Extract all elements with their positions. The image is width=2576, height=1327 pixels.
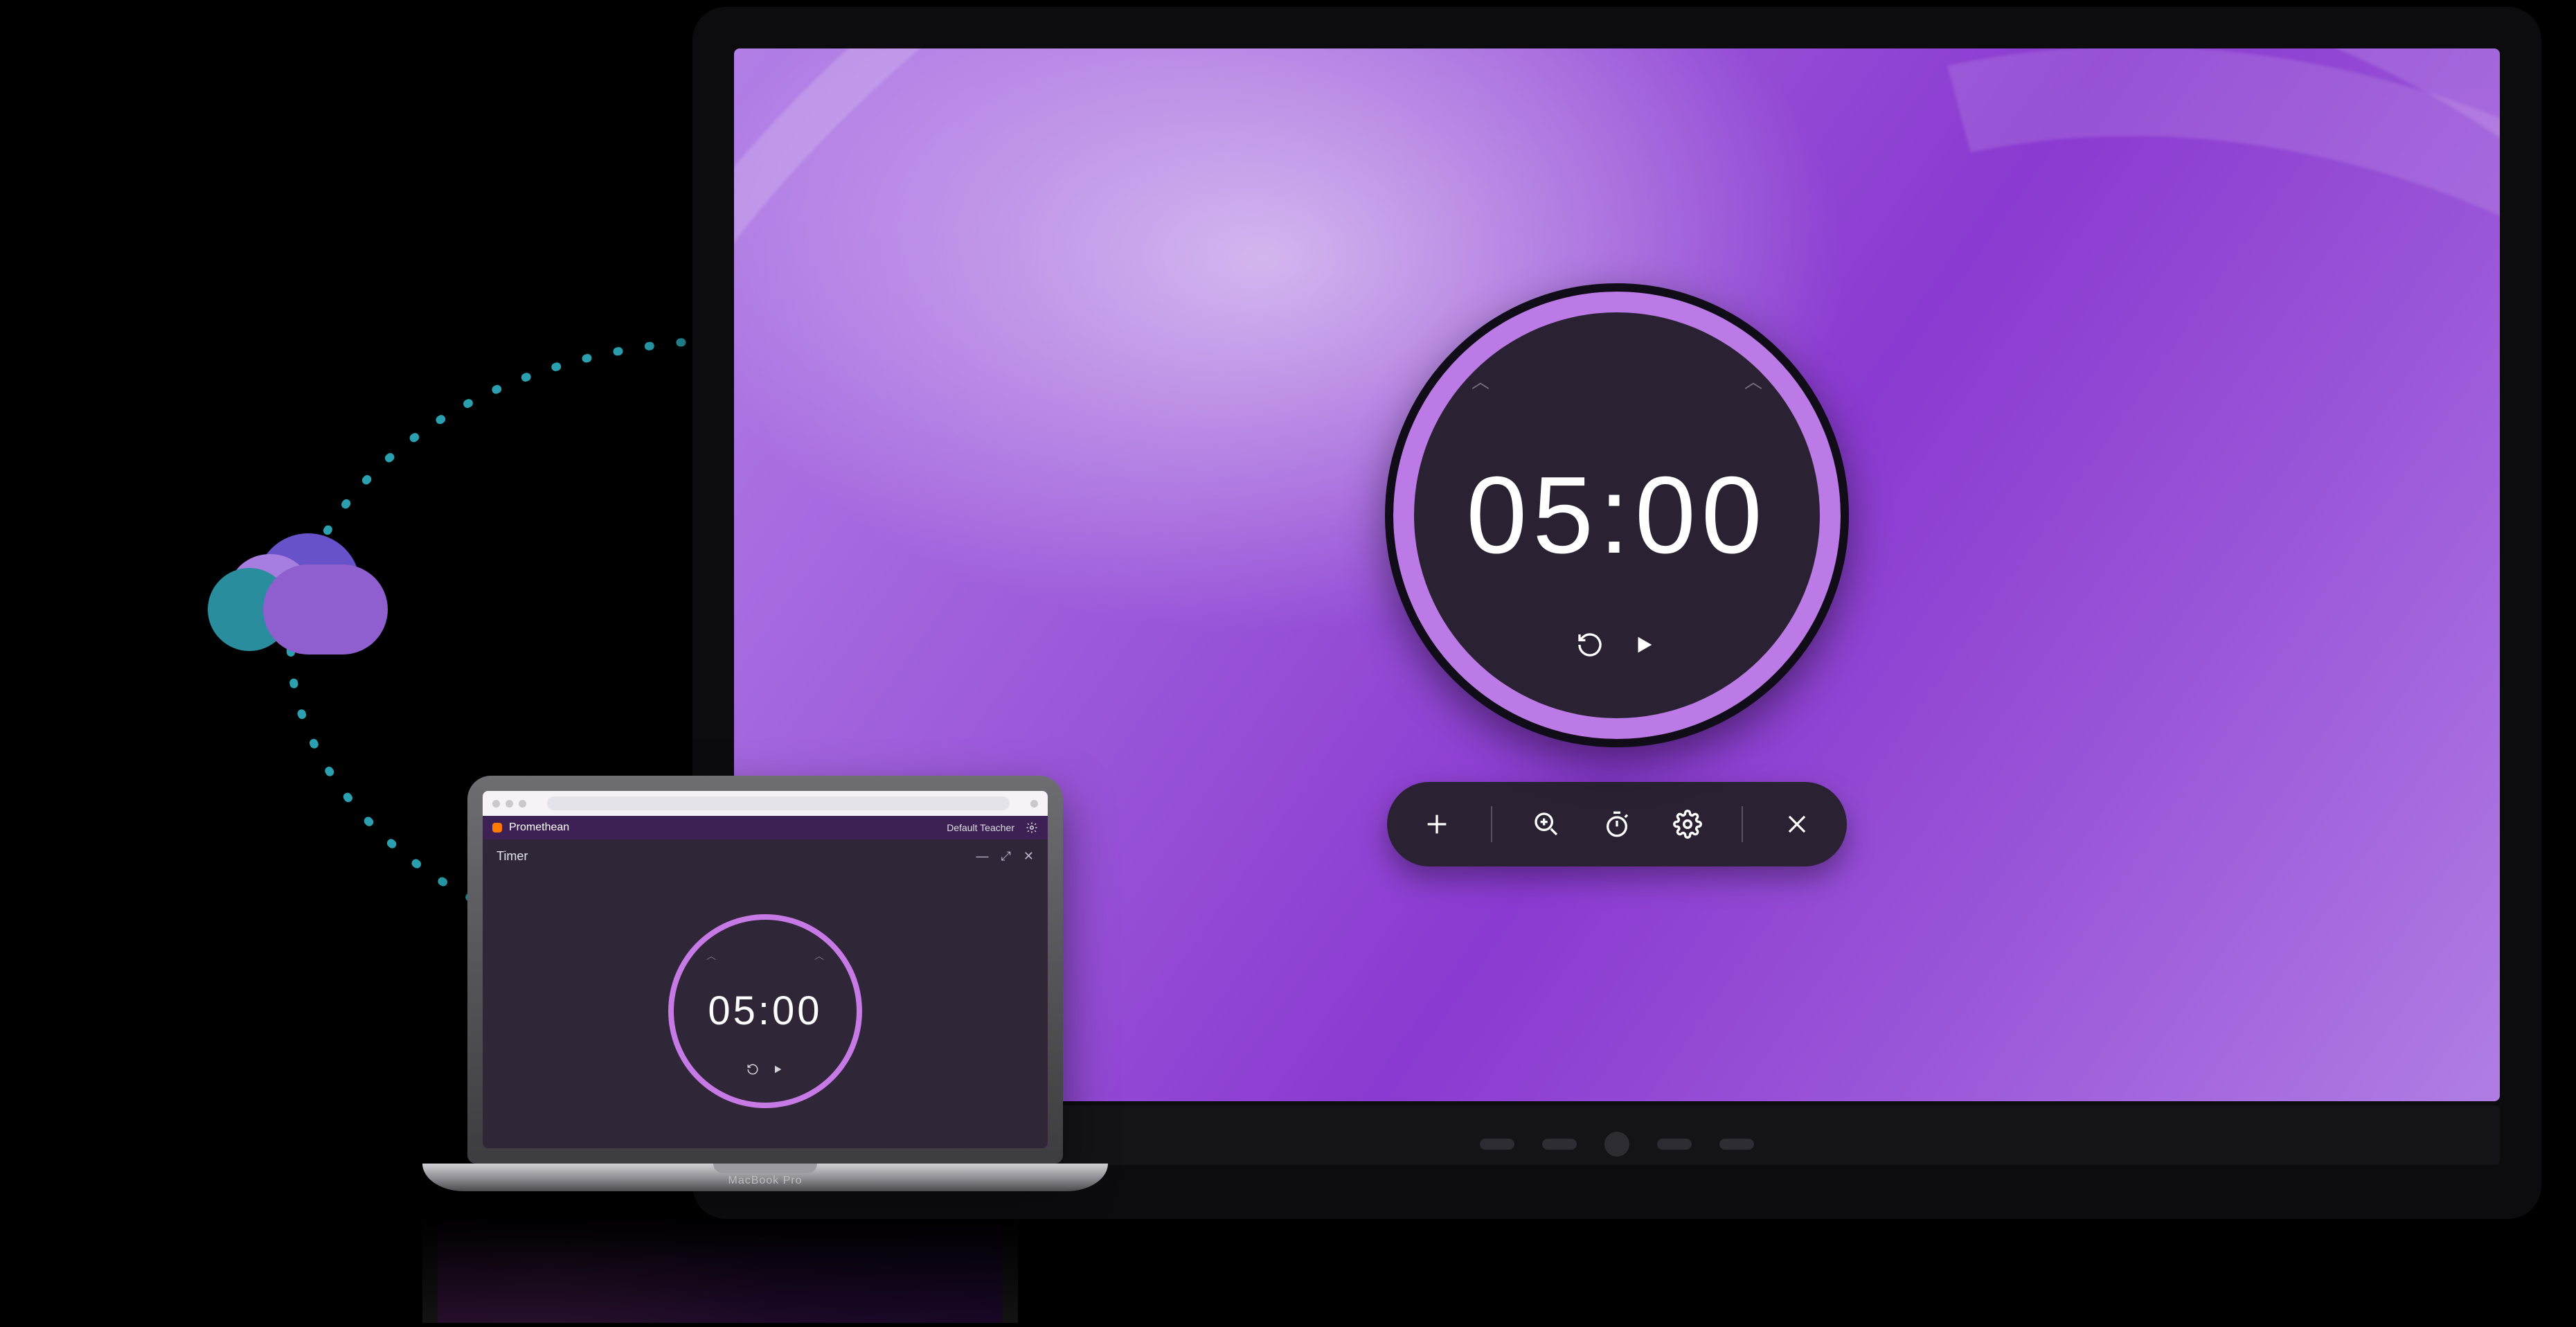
browser-chrome-bar bbox=[483, 791, 1048, 816]
brand-name: Promethean bbox=[509, 821, 569, 834]
laptop-timer-dial[interactable]: ︿ ︿ 05:00 bbox=[668, 914, 862, 1108]
app-header: Promethean Default Teacher bbox=[483, 816, 1048, 839]
add-button[interactable] bbox=[1420, 808, 1454, 841]
reset-icon[interactable] bbox=[1575, 630, 1604, 659]
seconds-up-icon[interactable]: ︿ bbox=[1744, 368, 1762, 393]
play-icon[interactable] bbox=[771, 1062, 785, 1076]
laptop-device: Promethean Default Teacher Timer — ⤢ ✕ bbox=[422, 776, 1108, 1191]
address-bar[interactable] bbox=[547, 796, 1010, 810]
stopwatch-button[interactable] bbox=[1600, 808, 1634, 841]
section-title: Timer bbox=[497, 849, 528, 864]
laptop-model-label: MacBook Pro bbox=[728, 1175, 802, 1187]
timer-dial[interactable]: ︿ ︿ 05:00 bbox=[1385, 283, 1849, 747]
settings-button[interactable] bbox=[1671, 808, 1704, 841]
minutes-up-icon[interactable]: ︿ bbox=[1472, 368, 1490, 393]
expand-icon[interactable]: ⤢ bbox=[1001, 849, 1011, 864]
account-label[interactable]: Default Teacher bbox=[947, 822, 1014, 833]
reset-icon[interactable] bbox=[746, 1062, 760, 1076]
brand-logo-icon bbox=[492, 823, 502, 832]
close-icon[interactable]: ✕ bbox=[1023, 849, 1034, 864]
toolbar-separator bbox=[1491, 806, 1492, 842]
timer-value: 05:00 bbox=[1466, 453, 1767, 578]
panel-hardware-buttons bbox=[1480, 1132, 1754, 1157]
window-traffic-lights[interactable] bbox=[492, 800, 526, 808]
browser-menu-icon[interactable] bbox=[1030, 800, 1038, 808]
timer-widget: ︿ ︿ 05:00 bbox=[1385, 283, 1849, 866]
close-button[interactable] bbox=[1780, 808, 1814, 841]
minutes-up-icon[interactable]: ︿ bbox=[706, 949, 716, 963]
laptop-timer-value: 05:00 bbox=[708, 988, 822, 1034]
minimize-icon[interactable]: — bbox=[976, 849, 989, 864]
toolbar-separator bbox=[1742, 806, 1743, 842]
seconds-up-icon[interactable]: ︿ bbox=[814, 949, 824, 963]
zoom-in-button[interactable] bbox=[1530, 808, 1563, 841]
timer-toolbar bbox=[1387, 782, 1847, 866]
play-icon[interactable] bbox=[1629, 630, 1658, 659]
laptop-base: MacBook Pro bbox=[422, 1164, 1108, 1191]
settings-icon[interactable] bbox=[1026, 821, 1038, 834]
cloud-icon bbox=[208, 533, 388, 651]
